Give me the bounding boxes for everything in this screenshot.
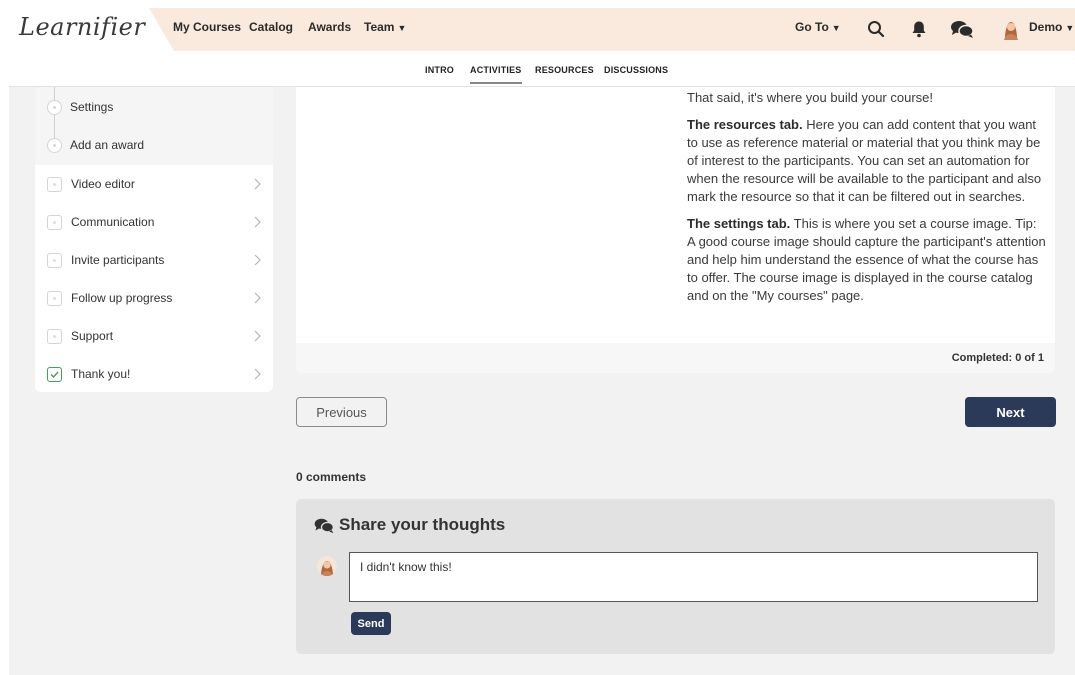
search-icon[interactable] (863, 16, 889, 42)
chevron-right-icon (254, 254, 261, 266)
comments-icon (314, 518, 334, 534)
tab-activities[interactable]: ACTIVITIES (470, 65, 522, 84)
chevron-down-icon: ▼ (397, 23, 407, 33)
substep-label: Settings (70, 100, 114, 114)
nav-awards[interactable]: Awards (308, 20, 351, 34)
comment-panel: Share your thoughts I didn't know this! … (296, 499, 1055, 654)
nav-team[interactable]: Team ▼ (364, 20, 406, 34)
bell-icon[interactable] (906, 16, 932, 42)
sidebar-item-communication[interactable]: Communication (35, 203, 273, 241)
comments-count: 0 comments (296, 470, 367, 484)
chevron-down-icon: ▼ (1065, 23, 1075, 33)
substep-label: Add an award (70, 138, 145, 152)
nav-catalog[interactable]: Catalog (249, 20, 293, 34)
app-frame: Learnifier My Courses Catalog Awards Tea… (9, 8, 1075, 675)
sidebar-item-label: Support (71, 329, 114, 343)
tab-discussions[interactable]: DISCUSSIONS (604, 65, 668, 75)
activity-content: That said, it's where you build your cou… (296, 87, 1055, 343)
course-tabs: INTRO ACTIVITIES RESOURCES DISCUSSIONS (9, 51, 1075, 87)
nav-my-courses[interactable]: My Courses (173, 20, 241, 34)
step-status-icon (47, 252, 62, 268)
tab-resources[interactable]: RESOURCES (535, 65, 594, 75)
share-title: Share your thoughts (339, 515, 506, 534)
chat-icon[interactable] (949, 16, 975, 42)
content-paragraph: The settings tab. This is where you set … (687, 215, 1047, 305)
tab-intro[interactable]: INTRO (425, 65, 454, 75)
nav-team-label: Team (364, 20, 395, 34)
chevron-right-icon (254, 330, 261, 342)
content-paragraph: The resources tab. Here you can add cont… (687, 116, 1047, 206)
substeps-group: Settings Add an award (35, 87, 273, 165)
step-status-icon (47, 290, 62, 306)
sidebar-item-thank-you[interactable]: Thank you! (35, 355, 273, 392)
user-name: Demo (1029, 20, 1063, 34)
substep-add-award[interactable]: Add an award (47, 135, 144, 155)
chevron-right-icon (254, 216, 261, 228)
sidebar-item-label: Invite participants (71, 253, 165, 267)
chevron-right-icon (254, 292, 261, 304)
content-text: That said, it's where you build your cou… (687, 89, 1047, 314)
paragraph-heading: The resources tab. (687, 117, 803, 132)
sidebar-item-label: Communication (71, 215, 155, 229)
sidebar-item-label: Thank you! (71, 367, 131, 381)
sidebar-item-invite-participants[interactable]: Invite participants (35, 241, 273, 279)
substep-settings[interactable]: Settings (47, 97, 113, 117)
sidebar-item-video-editor[interactable]: Video editor (35, 165, 273, 203)
top-navbar: Learnifier My Courses Catalog Awards Tea… (9, 8, 1075, 51)
circle-icon (47, 99, 62, 115)
completion-footer: Completed: 0 of 1 (296, 343, 1055, 373)
user-menu[interactable]: Demo ▼ (1029, 20, 1074, 34)
paragraph-heading: The settings tab. (687, 216, 791, 231)
nav-goto[interactable]: Go To ▼ (795, 20, 841, 34)
check-icon (47, 366, 62, 382)
content-paragraph: That said, it's where you build your cou… (687, 90, 933, 105)
sidebar-item-follow-up-progress[interactable]: Follow up progress (35, 279, 273, 317)
sidebar-item-support[interactable]: Support (35, 317, 273, 355)
avatar[interactable] (998, 16, 1024, 42)
circle-icon (47, 137, 62, 153)
next-button[interactable]: Next (965, 397, 1056, 427)
sidebar-item-label: Video editor (71, 177, 135, 191)
send-button[interactable]: Send (351, 612, 391, 635)
step-status-icon (47, 214, 62, 230)
avatar (317, 556, 337, 576)
sidebar-item-label: Follow up progress (71, 291, 173, 305)
completion-status: Completed: 0 of 1 (951, 352, 1044, 364)
chevron-right-icon (254, 178, 261, 190)
chevron-down-icon: ▼ (831, 23, 841, 33)
chevron-right-icon (254, 368, 261, 380)
learnifier-logo[interactable]: Learnifier (19, 13, 145, 41)
comment-input[interactable]: I didn't know this! (349, 552, 1038, 602)
previous-button[interactable]: Previous (296, 397, 387, 427)
step-status-icon (47, 176, 62, 192)
logo-area: Learnifier (9, 8, 174, 51)
activity-sidebar: Settings Add an award Video editor Commu… (35, 87, 273, 392)
step-status-icon (47, 328, 62, 344)
nav-goto-label: Go To (795, 20, 829, 34)
